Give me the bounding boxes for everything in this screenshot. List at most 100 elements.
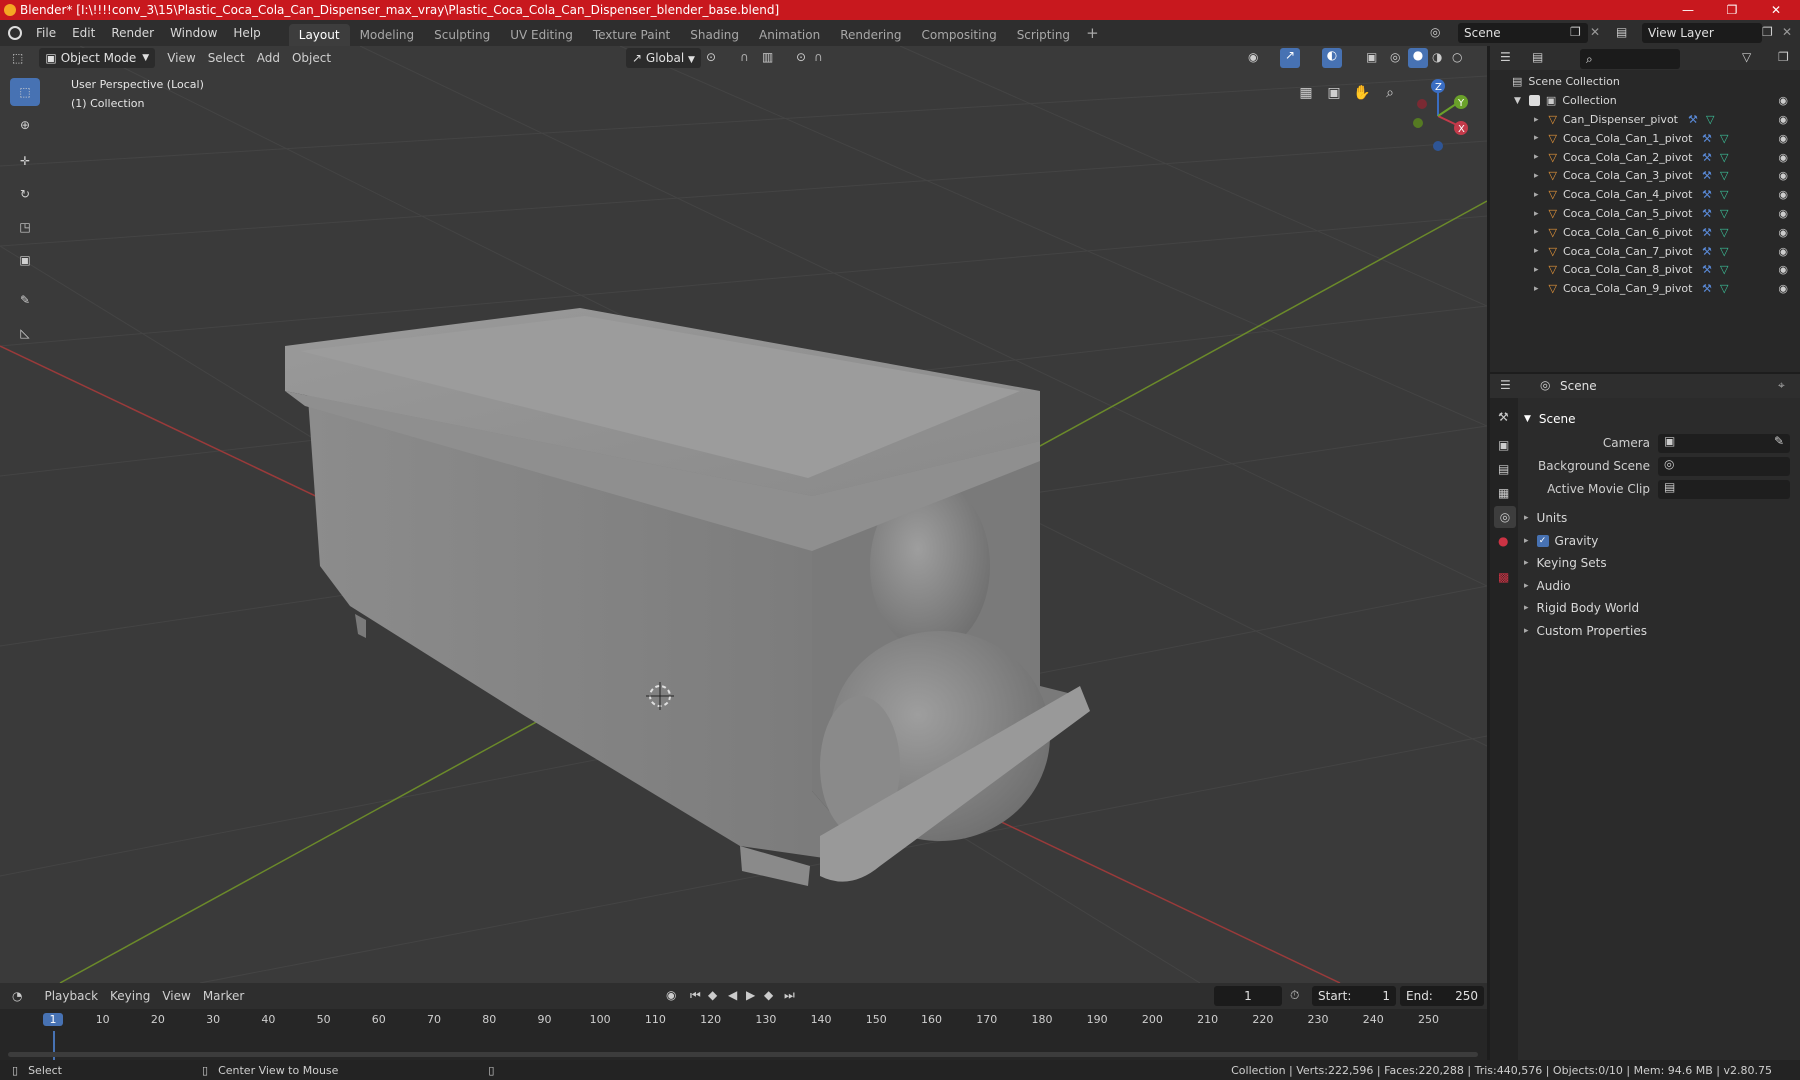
outliner-object-row[interactable]: ▸ ▽ Coca_Cola_Can_8_pivot ⚒ ▽ ◉ [1490, 260, 1800, 279]
tab-layout[interactable]: Layout [288, 24, 350, 46]
section-custom-properties[interactable]: ▸ Custom Properties [1524, 620, 1647, 642]
eyedropper-icon[interactable]: ✎ [1774, 434, 1784, 448]
transform-tool[interactable]: ▣ [10, 246, 40, 274]
section-units[interactable]: ▸ Units [1524, 507, 1567, 529]
tab-modeling[interactable]: Modeling [350, 24, 425, 46]
outliner-object-row[interactable]: ▸ ▽ Can_Dispenser_pivot ⚒ ▽ ◉ [1490, 110, 1800, 129]
menu-help[interactable]: Help [225, 20, 268, 46]
rendered-shading-icon[interactable]: ○ [1452, 50, 1462, 64]
tab-uv-editing[interactable]: UV Editing [500, 24, 583, 46]
new-collection-icon[interactable]: ❐ [1778, 50, 1789, 64]
output-tab-icon[interactable]: ▤ [1498, 462, 1509, 476]
expand-arrow-icon[interactable]: ▸ [1534, 133, 1539, 143]
snap-target-icon[interactable]: ▥ [762, 50, 773, 64]
timeline-menu-playback[interactable]: Playback [38, 986, 104, 1006]
stopwatch-icon[interactable]: ⏱ [1290, 988, 1299, 1003]
scene-collection-row[interactable]: ▤ Scene Collection [1490, 72, 1800, 91]
expand-arrow-icon[interactable]: ▸ [1534, 190, 1539, 200]
expand-arrow-icon[interactable]: ▸ [1534, 265, 1539, 275]
new-scene-icon[interactable]: ❐ [1570, 25, 1581, 39]
overlays-icon[interactable]: ◐ [1322, 48, 1342, 68]
tab-scripting[interactable]: Scripting [1007, 24, 1080, 46]
active-movie-clip-field[interactable]: ▤ [1658, 479, 1790, 499]
outliner-search-input[interactable]: ⌕ [1580, 49, 1680, 69]
wireframe-shading-icon[interactable]: ◎ [1390, 50, 1400, 64]
current-frame-field[interactable]: 1 [1214, 986, 1282, 1006]
delete-view-layer-icon[interactable]: ✕ [1782, 25, 1792, 39]
play-icon[interactable]: ▶ [746, 988, 755, 1002]
maximize-icon[interactable]: ❐ [1710, 0, 1754, 20]
next-keyframe-icon[interactable]: ◆ [764, 988, 773, 1002]
pin-icon[interactable]: ⌖ [1778, 378, 1785, 393]
tab-animation[interactable]: Animation [749, 24, 830, 46]
scene-selector-icon[interactable]: ◎ [1430, 25, 1440, 39]
menu-file[interactable]: File [28, 20, 64, 46]
eye-icon[interactable]: ◉ [1778, 151, 1788, 164]
camera-view-icon[interactable]: ▣ [1321, 80, 1347, 106]
gravity-checkbox[interactable]: ✓ [1536, 534, 1549, 547]
jump-start-icon[interactable]: ⏮ [690, 988, 701, 1003]
proportional-edit-icon[interactable]: ⊙ [796, 50, 806, 64]
gizmo-toggle-icon[interactable]: ↗ [1280, 48, 1300, 68]
annotate-tool[interactable]: ✎ [10, 286, 40, 314]
section-keying-sets[interactable]: ▸ Keying Sets [1524, 552, 1607, 574]
expand-arrow-icon[interactable]: ▸ [1534, 209, 1539, 219]
expand-arrow-icon[interactable]: ▸ [1534, 246, 1539, 256]
view-layer-field[interactable]: View Layer [1642, 23, 1762, 43]
eye-icon[interactable]: ◉ [1778, 226, 1788, 239]
eye-icon[interactable]: ◉ [1778, 282, 1788, 295]
prev-keyframe-icon[interactable]: ◆ [708, 988, 717, 1002]
play-reverse-icon[interactable]: ◀ [728, 988, 737, 1002]
viewport-menu-view[interactable]: View [161, 48, 201, 68]
tab-shading[interactable]: Shading [680, 24, 749, 46]
zoom-icon[interactable]: ⌕ [1377, 80, 1403, 106]
timeline-menu-marker[interactable]: Marker [197, 986, 250, 1006]
world-tab-icon[interactable]: ● [1498, 534, 1508, 548]
record-icon[interactable]: ◉ [666, 988, 676, 1002]
expand-arrow-icon[interactable]: ▸ [1534, 171, 1539, 181]
snap-icon[interactable]: ∩ [740, 50, 749, 64]
rotate-tool[interactable]: ↻ [10, 180, 40, 208]
timeline-menu-view[interactable]: View [156, 986, 196, 1006]
expand-arrow-icon[interactable]: ▸ [1534, 115, 1539, 125]
tool-tab-icon[interactable]: ⚒ [1498, 410, 1509, 424]
eye-icon[interactable]: ◉ [1778, 207, 1788, 220]
move-tool[interactable]: ✛ [10, 147, 40, 175]
menu-edit[interactable]: Edit [64, 20, 103, 46]
end-frame-field[interactable]: End: 250 [1400, 986, 1484, 1006]
outliner-object-row[interactable]: ▸ ▽ Coca_Cola_Can_7_pivot ⚒ ▽ ◉ [1490, 242, 1800, 261]
mode-selector[interactable]: ▣ Object Mode ▼ [39, 48, 156, 68]
pivot-icon[interactable]: ⊙ [706, 50, 716, 64]
select-box-tool[interactable]: ⬚ [10, 78, 40, 106]
section-audio[interactable]: ▸ Audio [1524, 575, 1571, 597]
section-rigid-body-world[interactable]: ▸ Rigid Body World [1524, 597, 1639, 619]
texture-tab-icon[interactable]: ▩ [1498, 570, 1509, 584]
properties-editor-icon[interactable]: ☰ [1500, 378, 1511, 392]
collection-row[interactable]: ▼ ▣ Collection ◉ [1490, 91, 1800, 110]
background-scene-field[interactable]: ◎ [1658, 456, 1790, 476]
expand-arrow-icon[interactable]: ▸ [1534, 152, 1539, 162]
timeline-scrollbar[interactable] [8, 1052, 1478, 1057]
jump-end-icon[interactable]: ⏭ [784, 988, 795, 1003]
eye-icon[interactable]: ◉ [1778, 113, 1788, 126]
cursor-tool[interactable]: ⊕ [10, 111, 40, 139]
close-icon[interactable]: ✕ [1754, 0, 1798, 20]
scale-tool[interactable]: ◳ [10, 213, 40, 241]
section-gravity[interactable]: ▸ ✓ Gravity [1524, 530, 1598, 552]
outliner-object-row[interactable]: ▸ ▽ Coca_Cola_Can_3_pivot ⚒ ▽ ◉ [1490, 166, 1800, 185]
pan-hand-icon[interactable]: ✋ [1349, 80, 1375, 106]
minimize-icon[interactable]: — [1666, 0, 1710, 20]
outliner-object-row[interactable]: ▸ ▽ Coca_Cola_Can_4_pivot ⚒ ▽ ◉ [1490, 185, 1800, 204]
new-view-layer-icon[interactable]: ❐ [1762, 25, 1773, 39]
add-workspace-icon[interactable]: + [1086, 24, 1099, 42]
start-frame-field[interactable]: Start: 1 [1312, 986, 1396, 1006]
outliner-object-row[interactable]: ▸ ▽ Coca_Cola_Can_9_pivot ⚒ ▽ ◉ [1490, 279, 1800, 298]
xray-icon[interactable]: ▣ [1366, 50, 1377, 64]
collapse-arrow-icon[interactable]: ▼ [1514, 96, 1521, 106]
checkbox-icon[interactable] [1528, 95, 1540, 106]
render-tab-icon[interactable]: ▣ [1498, 438, 1509, 452]
viewport-menu-select[interactable]: Select [202, 48, 251, 68]
material-shading-icon[interactable]: ◑ [1432, 50, 1442, 64]
outliner-object-row[interactable]: ▸ ▽ Coca_Cola_Can_5_pivot ⚒ ▽ ◉ [1490, 204, 1800, 223]
eye-icon[interactable]: ◉ [1778, 132, 1788, 145]
